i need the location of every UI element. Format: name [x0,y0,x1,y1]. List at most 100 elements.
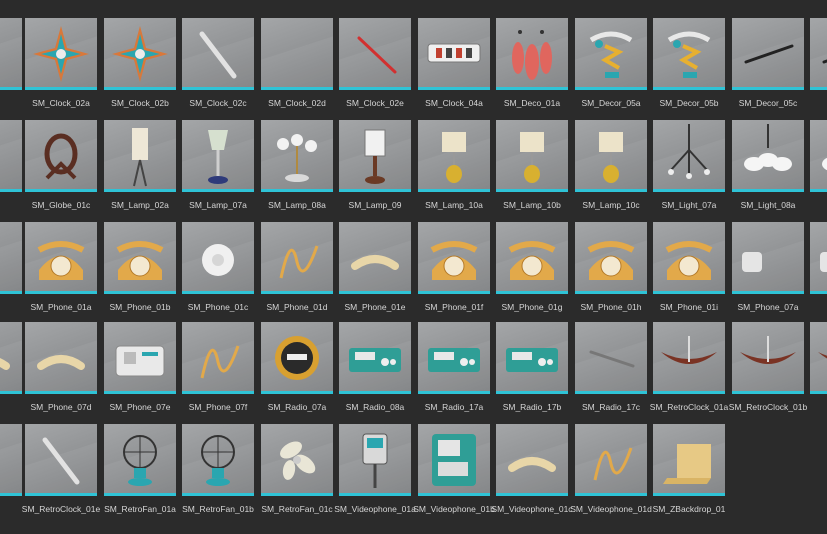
asset-tile[interactable]: SM_Phone_01h [575,222,647,322]
asset-thumbnail [810,322,827,394]
decor-rod-icon [744,44,794,64]
asset-tile[interactable]: SM_Lamp_07a [182,120,254,220]
asset-tile[interactable]: SM_RetroFan_01a [104,424,176,524]
asset-thumbnail [104,120,176,192]
asset-tile[interactable]: SM_Clock_02c [182,18,254,118]
asset-tile[interactable]: SM_Decor_05a [575,18,647,118]
asset-tile[interactable]: SM_Phone_01f [418,222,490,322]
asset-tile[interactable]: SM_RetroClock_01b [729,322,807,422]
asset-tile[interactable]: SM_Deco_01a [496,18,568,118]
asset-label: SM_Decor_05a [581,98,641,108]
asset-thumbnail [339,424,411,496]
asset-tile[interactable]: SM_Radio_08a [339,322,411,422]
asset-tile[interactable]: SM_Clock_02a [25,18,97,118]
antenna-icon [589,350,635,368]
asset-thumbnail [261,424,333,496]
asset-tile[interactable]: SM_RetroFan_01b [182,424,254,524]
asset-tile[interactable]: SM_Radio_17a [418,322,490,422]
asset-tile[interactable]: SM_Light_07a [653,120,725,220]
asset-tile[interactable]: SM_Phone_01b [104,222,176,322]
asset-thumbnail [261,222,333,294]
handset-icon [508,457,556,472]
asset-label: SM_RetroClock_01b [728,402,808,412]
asset-tile[interactable]: SM_Radio_07a [261,322,333,422]
asset-label: SM_Lamp_09 [348,200,402,210]
asset-label: SM_Phone_01e [344,302,406,312]
asset-tile[interactable]: SM_Lamp_10a [418,120,490,220]
radio-icon [349,348,401,372]
chandelier-icon [668,124,710,179]
globe-stand-icon [44,133,78,180]
asset-tile[interactable]: SM_RetroClock_01e [22,424,100,524]
asset-tile[interactable]: SM_Lamp_08a [261,120,333,220]
asset-label: SM_Phone_07d [30,402,92,412]
asset-tile[interactable]: SM_Decor_05c [732,18,804,118]
asset-tile[interactable]: SM_Decor_05b [653,18,725,118]
asset-tile[interactable]: SM_Phone_01i [653,222,725,322]
fan-blade-icon [280,441,316,480]
asset-tile[interactable]: SM_Videophone_01a [334,424,416,524]
fan-icon [201,435,235,486]
asset-tile[interactable]: SM_Phone_07e [104,322,176,422]
asset-tile[interactable]: SM_Videophone_01d [570,424,652,524]
asset-tile[interactable]: SM_ [810,322,827,422]
asset-tile[interactable]: SM_Lamp_02a [104,120,176,220]
asset-tile[interactable]: SM_Clock_02b [104,18,176,118]
asset-thumbnail [25,322,97,394]
asset-tile[interactable]: SM_Phone_07f [182,322,254,422]
phone-icon [0,222,22,294]
lantern-lamp-icon [364,129,386,184]
asset-thumbnail [496,322,568,394]
asset-thumbnail [261,322,333,394]
asset-tile[interactable]: SM_Phone_01c [182,222,254,322]
fan-icon [123,435,157,486]
asset-tile[interactable]: SM_Phone_07d [25,322,97,422]
star-clock-icon [33,26,89,82]
asset-tile[interactable]: SM_ [810,18,827,118]
radio-icon [506,348,558,372]
asset-thumbnail [339,222,411,294]
handset-icon [351,255,399,270]
asset-tile[interactable]: SM_Light_08a [732,120,804,220]
rotary-phone-icon [665,241,713,280]
asset-label: SM_Videophone_01a [334,504,416,514]
asset-label: SM_Phone_07a [737,302,799,312]
asset-tile[interactable]: SM_Videophone_01c [491,424,573,524]
asset-tile[interactable]: SM_ [810,222,827,322]
asset-tile[interactable]: SM_Radio_17c [575,322,647,422]
asset-tile[interactable]: SM_Clock_02e [339,18,411,118]
asset-tile[interactable]: SM_Phone_01e [339,222,411,322]
asset-tile[interactable]: SM_RetroClock_01a [650,322,728,422]
asset-thumbnail [182,424,254,496]
rotary-phone-icon [430,241,478,280]
asset-tile[interactable]: SM_Videophone_01b [413,424,495,524]
asset-tile[interactable]: SM_Phone_01d [261,222,333,322]
asset-thumbnail [25,424,97,496]
asset-thumbnail [653,222,725,294]
asset-tile[interactable]: SM_Phone_01a [25,222,97,322]
lamp-icon [208,130,228,184]
asset-tile[interactable]: SM_Globe_01c [25,120,97,220]
asset-tile[interactable]: SM_Phone_01g [496,222,568,322]
asset-label: SM_Phone_01i [659,302,719,312]
asset-tile[interactable]: SM_Lamp_10c [575,120,647,220]
asset-thumbnail [418,322,490,394]
asset-tile[interactable]: SM_ZBackdrop_01 [653,424,725,524]
asset-tile[interactable]: SM_ [810,120,827,220]
asset-tile[interactable]: SM_Lamp_10b [496,120,568,220]
asset-tile[interactable]: SM_Lamp_09 [339,120,411,220]
asset-tile[interactable]: SM_RetroFan_01c [261,424,333,524]
asset-thumbnail [339,18,411,90]
asset-label: SM_ [804,302,827,312]
asset-thumbnail [653,120,725,192]
asset-thumbnail [653,322,725,394]
videophone-icon [432,434,476,486]
asset-tile[interactable]: SM_Clock_04a [418,18,490,118]
asset-tile[interactable]: SM_Phone_07a [732,222,804,322]
asset-thumbnail [182,322,254,394]
asset-tile[interactable]: SM_Clock_02d [261,18,333,118]
asset-tile[interactable]: SM_Radio_17b [496,322,568,422]
asset-label: SM_Phone_01d [266,302,328,312]
asset-thumbnail [182,222,254,294]
boomerang-clock-icon [740,336,796,364]
